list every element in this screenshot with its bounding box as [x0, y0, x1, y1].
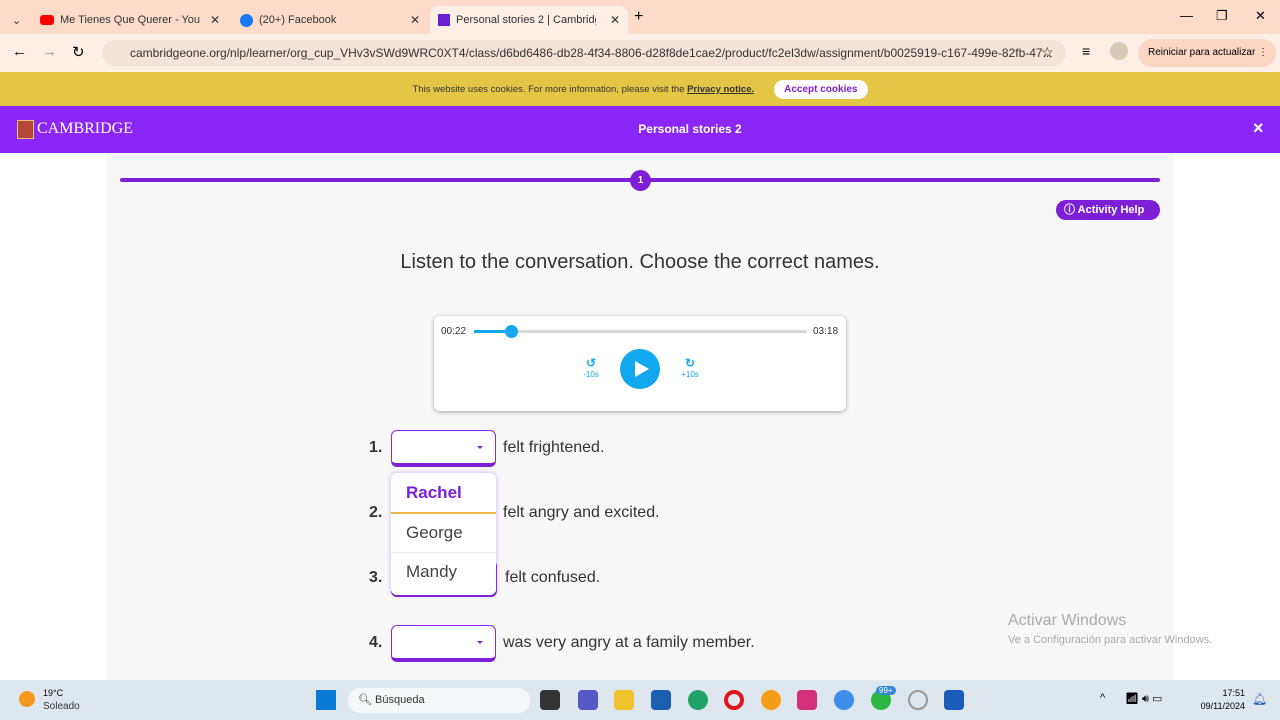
watermark-sub: Ve a Configuración para activar Windows.: [1008, 634, 1213, 646]
tab-youtube[interactable]: Me Tienes Que Querer - YouTube✕: [32, 6, 228, 34]
chrome-icon[interactable]: [834, 690, 854, 710]
bookmark-star-icon[interactable]: ☆: [1041, 44, 1054, 61]
taskbar-search[interactable]: 🔍︎ Búsqueda: [348, 688, 530, 713]
privacy-link[interactable]: Privacy notice.: [687, 84, 754, 95]
close-tab-icon[interactable]: ✕: [610, 13, 620, 27]
tab-bar: ⌄ Me Tienes Que Querer - YouTube✕ (20+) …: [0, 0, 1280, 34]
notification-badge: 99+: [876, 686, 896, 695]
close-activity-button[interactable]: ×: [1253, 118, 1264, 139]
activity-help-button[interactable]: ⓘ Activity Help: [1056, 200, 1160, 220]
watermark-title: Activar Windows: [1008, 612, 1127, 629]
new-tab-icon[interactable]: +: [634, 8, 643, 26]
tab-facebook[interactable]: (20+) Facebook ✕: [232, 6, 428, 34]
restore-icon[interactable]: ❐: [1216, 8, 1228, 24]
task-view-icon[interactable]: [540, 690, 560, 710]
caret-down-icon: [477, 641, 483, 644]
forward-button[interactable]: ↻ +10s: [679, 356, 701, 379]
activity-card: [107, 153, 1173, 680]
close-tab-icon[interactable]: ✕: [210, 13, 220, 27]
caret-down-icon: [477, 446, 483, 449]
question-text: was very angry at a family member.: [503, 634, 755, 651]
youtube-icon: [40, 15, 54, 25]
accept-cookies-button[interactable]: Accept cookies: [774, 79, 868, 99]
question-text: felt angry and excited.: [503, 504, 660, 521]
step-indicator[interactable]: 1: [630, 170, 651, 191]
instruction: Listen to the conversation. Choose the c…: [400, 251, 880, 273]
clock-date[interactable]: 09/11/2024: [1190, 701, 1245, 711]
seek-handle[interactable]: [505, 325, 519, 338]
store-icon[interactable]: [651, 690, 671, 710]
vpn-icon[interactable]: [761, 690, 781, 710]
close-tab-icon[interactable]: ✕: [410, 13, 420, 27]
forward-icon[interactable]: →: [42, 43, 57, 60]
question-text: felt frightened.: [503, 439, 605, 456]
word-icon[interactable]: [944, 690, 964, 710]
opera-icon[interactable]: [724, 690, 744, 710]
audio-player: 00:22 03:18 ↺ -10s ↻ +10s: [434, 316, 846, 411]
teams-icon[interactable]: [578, 690, 598, 710]
rewind-icon: ↺: [585, 356, 597, 370]
search-icon: 🔍︎: [358, 694, 372, 706]
question-number: 3.: [369, 569, 383, 586]
app-icon[interactable]: [908, 690, 928, 710]
facebook-icon: [240, 13, 253, 27]
update-button[interactable]: Reiniciar para actualizar ⋮: [1138, 39, 1276, 67]
current-time: 00:22: [441, 326, 467, 337]
name-dropdown: Rachel George Mandy: [391, 473, 496, 595]
tray-chevron-icon[interactable]: ^: [1100, 692, 1105, 704]
page-title: Personal stories 2: [638, 122, 742, 136]
wifi-volume-battery-icons[interactable]: 📶︎ 🔊︎ ▭: [1125, 692, 1162, 706]
total-time: 03:18: [813, 326, 839, 337]
close-window-icon[interactable]: ✕: [1255, 8, 1266, 24]
cookie-banner: This website uses cookies. For more info…: [0, 72, 1280, 106]
app-header: CAMBRIDGE Personal stories 2 ×: [0, 106, 1280, 153]
windows-start-icon[interactable]: [316, 690, 336, 710]
option-george[interactable]: George: [391, 514, 496, 553]
reading-list-icon[interactable]: ≡: [1082, 43, 1090, 59]
question-number: 1.: [369, 439, 383, 456]
option-rachel[interactable]: Rachel: [391, 473, 496, 514]
play-icon: [635, 361, 649, 377]
tab-list-button[interactable]: ⌄: [4, 6, 30, 34]
answer-select-4[interactable]: [391, 625, 496, 662]
cambridge-favicon: [438, 14, 450, 26]
temperature: 19°C: [43, 688, 64, 698]
back-icon[interactable]: ←: [12, 43, 27, 60]
question-number: 4.: [369, 634, 383, 651]
instagram-icon[interactable]: [797, 690, 817, 710]
taskbar: [0, 680, 1280, 720]
notification-bell-icon[interactable]: 🔔︎: [1252, 692, 1267, 706]
minimize-icon[interactable]: —: [1180, 8, 1193, 23]
seek-bar[interactable]: [474, 330, 807, 333]
answer-select-1[interactable]: [391, 430, 496, 467]
edge-icon[interactable]: [688, 690, 708, 710]
url-input[interactable]: cambridgeone.org/nlp/learner/org_cup_VHv…: [102, 40, 1066, 66]
help-icon: ⓘ: [1064, 204, 1075, 216]
clock-time[interactable]: 17:51: [1193, 688, 1245, 698]
reload-icon[interactable]: ↻: [72, 43, 85, 61]
file-explorer-icon[interactable]: [614, 690, 634, 710]
play-button[interactable]: [620, 349, 660, 389]
forward-icon: ↻: [684, 356, 696, 370]
weather-sun-icon[interactable]: [19, 691, 35, 707]
question-text: felt confused.: [505, 569, 601, 586]
profile-avatar[interactable]: [1110, 42, 1128, 60]
weather-text: Soleado: [43, 701, 80, 712]
question-number: 2.: [369, 504, 383, 521]
option-mandy[interactable]: Mandy: [391, 553, 496, 593]
rewind-button[interactable]: ↺ -10s: [580, 356, 602, 379]
tab-cambridge[interactable]: Personal stories 2 | Cambridge One✕: [430, 6, 628, 34]
